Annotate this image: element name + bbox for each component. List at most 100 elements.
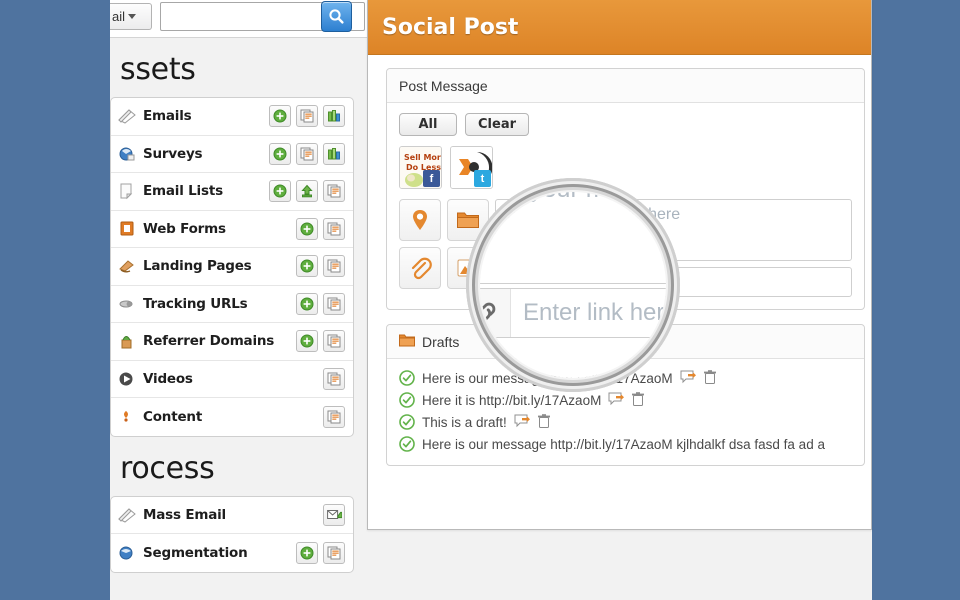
link-input[interactable]: Enter link here [528,268,851,296]
clear-selection-button[interactable]: Clear [465,113,529,136]
domain-icon [117,331,137,351]
message-textarea[interactable]: Type your message here [495,199,852,261]
sidebar-item-label: Segmentation [143,544,248,561]
report-icon[interactable] [323,142,345,165]
copy-icon[interactable] [323,292,345,315]
link-field-row: Enter link here [495,267,852,297]
row-actions [296,292,345,315]
image-button[interactable] [447,247,489,289]
copy-icon[interactable] [323,367,345,390]
add-icon[interactable] [296,541,318,564]
sidebar-item-label: Email Lists [143,183,223,200]
sidebar-item-label: Web Forms [143,220,226,237]
link-icon [117,294,137,314]
sidebar-item-segmentation[interactable]: Segmentation [111,534,353,572]
email-icon [117,106,137,126]
message-composer: Type your message here Enter link here [399,199,852,297]
delete-icon[interactable] [631,392,647,408]
add-icon[interactable] [296,255,318,278]
sidebar-item-label: Videos [143,370,193,387]
add-icon[interactable] [269,142,291,165]
survey-icon [117,144,137,164]
delete-icon[interactable] [703,370,719,386]
drafts-header: Drafts [387,325,864,359]
row-actions [296,255,345,278]
row-actions [323,405,345,428]
social-accounts-list: Sell More, Do Less f [399,146,852,189]
copy-icon[interactable] [296,142,318,165]
sidebar-item-tracking-urls[interactable]: Tracking URLs [111,286,353,323]
draft-row[interactable]: Here is our message http://bit.ly/17Azao… [387,367,864,389]
svg-text:Sell More,: Sell More, [404,153,441,162]
sidebar-item-email-lists[interactable]: Email Lists [111,173,353,211]
facebook-account[interactable]: Sell More, Do Less f [399,146,442,189]
assets-card: Emails Surveys Email Lists Web Forms Lan… [110,97,354,437]
send-email-icon[interactable] [323,503,345,526]
add-icon[interactable] [296,292,318,315]
draft-row[interactable]: Here it is http://bit.ly/17AzaoM [387,389,864,411]
folder-button[interactable] [447,199,489,241]
chevron-down-icon [128,14,137,19]
sidebar-section-title-assets: ssets [120,52,196,87]
landing-page-icon [117,256,137,276]
sidebar-item-mass-email[interactable]: Mass Email [111,497,353,534]
page-title: Social Post [382,14,519,40]
copy-icon[interactable] [323,180,345,203]
drafts-list: Here is our message http://bit.ly/17Azao… [387,359,864,465]
edit-icon[interactable] [608,392,625,408]
copy-icon[interactable] [323,217,345,240]
copy-icon[interactable] [323,255,345,278]
attachment-button[interactable] [399,247,441,289]
add-icon[interactable] [269,180,291,203]
content-icon [117,407,137,427]
twitter-account[interactable]: t [450,146,493,189]
sidebar-item-emails[interactable]: Emails [111,98,353,136]
video-icon [117,369,137,389]
check-icon[interactable] [399,414,415,430]
report-icon[interactable] [323,105,345,128]
check-icon[interactable] [399,370,415,386]
draft-row[interactable]: Here is our message http://bit.ly/17Azao… [387,433,864,455]
sidebar-item-web-forms[interactable]: Web Forms [111,211,353,248]
draft-row[interactable]: This is a draft! [387,411,864,433]
sidebar-item-content[interactable]: Content [111,398,353,436]
copy-icon[interactable] [323,405,345,428]
post-message-title: Post Message [399,77,488,94]
check-icon[interactable] [399,436,415,452]
add-icon[interactable] [269,105,291,128]
edit-icon[interactable] [514,414,530,430]
post-message-header: Post Message [387,69,864,103]
search-button[interactable] [321,1,352,32]
twitter-icon: t [474,170,491,187]
copy-icon[interactable] [296,105,318,128]
sidebar-item-label: Landing Pages [143,258,252,275]
sidebar-item-label: Mass Email [143,506,226,523]
search-scope-dropdown[interactable]: ail [110,3,152,30]
sidebar-item-surveys[interactable]: Surveys [111,136,353,173]
add-icon[interactable] [296,217,318,240]
left-sidebar: ssets Emails Surveys Email Lists Web For… [110,38,358,600]
composer-tools [399,199,489,297]
add-icon[interactable] [296,330,318,353]
sidebar-item-videos[interactable]: Videos [111,361,353,398]
copy-icon[interactable] [323,330,345,353]
location-pin-button[interactable] [399,199,441,241]
post-message-body: All Clear Sell More, Do Less f [387,103,864,309]
select-all-button[interactable]: All [399,113,457,136]
draft-text: Here is our message http://bit.ly/17Azao… [422,370,673,386]
image-icon [457,259,479,277]
edit-icon[interactable] [680,370,696,386]
sidebar-item-label: Content [143,408,203,425]
draft-text: This is a draft! [422,414,507,430]
upload-icon[interactable] [296,180,318,203]
row-actions [269,142,345,165]
row-actions [296,217,345,240]
delete-icon[interactable] [537,414,553,430]
check-icon[interactable] [399,392,415,408]
sidebar-item-referrer-domains[interactable]: Referrer Domains [111,323,353,361]
copy-icon[interactable] [323,541,345,564]
mass-email-icon [117,505,137,525]
link-chain-icon [496,268,528,296]
drafts-panel: Drafts Here is our message http://bit.ly… [386,324,865,466]
sidebar-item-landing-pages[interactable]: Landing Pages [111,248,353,286]
